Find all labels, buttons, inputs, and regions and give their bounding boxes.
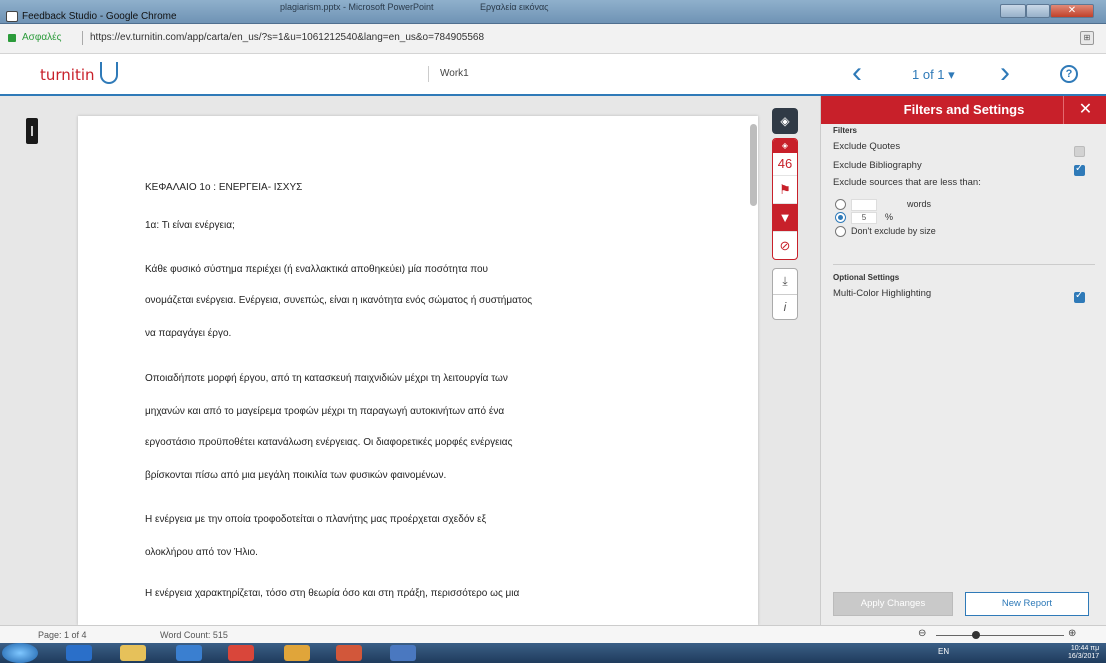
zoom-in-icon[interactable]: ⊕ <box>1068 628 1076 639</box>
doc-line: 1α: Τι είναι ενέργεια; <box>145 220 235 231</box>
zoom-slider[interactable] <box>936 635 1064 636</box>
document-viewer: ΚΕΦΑΛΑΙΟ 1ο : ΕΝΕΡΓΕΙΑ- ΙΣΧΥΣ 1α: Τι είν… <box>0 96 820 625</box>
similarity-toolbar: ◈ 46 ⚑ ▼ ⊘ <box>772 138 798 260</box>
panel-title: Filters and Settings <box>903 102 1025 117</box>
doc-line: ολοκλήρου από τον Ήλιο. <box>145 547 258 558</box>
exclude-bibliography-checkbox[interactable] <box>1074 163 1085 176</box>
exclude-icon[interactable]: ⊘ <box>773 231 797 259</box>
extension-icon[interactable]: ⊞ <box>1080 31 1094 45</box>
document-page: ΚΕΦΑΛΑΙΟ 1ο : ΕΝΕΡΓΕΙΑ- ΙΣΧΥΣ 1α: Τι είν… <box>78 116 758 625</box>
layers-icon[interactable]: ◈ <box>772 108 798 134</box>
side-panel-toggle[interactable] <box>26 118 38 144</box>
percent-input[interactable]: 5 <box>851 212 877 224</box>
next-paper-icon[interactable]: › <box>1000 58 1010 88</box>
optional-settings-heading: Optional Settings <box>833 273 900 282</box>
new-report-button[interactable]: New Report <box>965 592 1089 616</box>
filter-icon[interactable]: ▼ <box>773 203 797 231</box>
exclude-quotes-checkbox[interactable] <box>1074 146 1085 157</box>
chrome-icon[interactable] <box>228 645 254 661</box>
internet-explorer-icon[interactable] <box>66 645 92 661</box>
dont-exclude-label: Don't exclude by size <box>851 226 936 236</box>
maximize-button[interactable] <box>1026 4 1050 18</box>
chrome-tab-icon <box>6 11 18 22</box>
window-title: Feedback Studio - Google Chrome <box>22 11 177 22</box>
panel-divider <box>833 264 1095 265</box>
clock-time: 10:44 πμ <box>1070 645 1100 652</box>
flag-icon[interactable]: ⚑ <box>773 175 797 203</box>
zoom-slider-handle[interactable] <box>972 631 980 639</box>
turnitin-header: turnitin Work1 ‹ 1 of 1 ▾ › ? <box>0 54 1106 96</box>
prev-paper-icon[interactable]: ‹ <box>852 58 862 88</box>
folder-icon[interactable] <box>284 645 310 661</box>
picture-tools-title: Εργαλεία εικόνας <box>480 2 549 12</box>
similarity-count[interactable]: 46 <box>773 153 797 175</box>
header-separator <box>428 66 429 82</box>
doc-heading: ΚΕΦΑΛΑΙΟ 1ο : ΕΝΕΡΓΕΙΑ- ΙΣΧΥΣ <box>145 182 303 193</box>
doc-line: Οποιαδήποτε μορφή έργου, από τη κατασκευ… <box>145 373 508 384</box>
document-scrollbar[interactable] <box>750 124 757 206</box>
start-button[interactable] <box>2 643 38 663</box>
word-icon[interactable] <box>390 645 416 661</box>
work-title: Work1 <box>440 68 469 79</box>
apply-changes-button[interactable]: Apply Changes <box>833 592 953 616</box>
word-count: Word Count: 515 <box>160 630 228 640</box>
zoom-out-icon[interactable]: ⊖ <box>918 628 926 639</box>
help-icon[interactable]: ? <box>1060 65 1078 83</box>
clock[interactable]: 10:44 πμ 16/3/2017 <box>1068 645 1099 661</box>
doc-line: ονομάζεται ενέργεια. Ενέργεια, συνεπώς, … <box>145 295 533 306</box>
radio-words[interactable] <box>835 199 846 210</box>
clock-date: 16/3/2017 <box>1068 653 1100 660</box>
panel-header: Filters and Settings ✕ <box>821 96 1106 124</box>
powerpoint-title: plagiarism.pptx - Microsoft PowerPoint <box>280 2 434 12</box>
minimize-button[interactable] <box>1000 4 1026 18</box>
turnitin-logo-mark <box>100 62 118 84</box>
window-title-bar: plagiarism.pptx - Microsoft PowerPoint Ε… <box>0 0 1106 24</box>
filters-heading: Filters <box>833 126 858 135</box>
doc-line: εργοστάσιο προϋποθέτει κατανάλωση ενέργε… <box>145 437 513 448</box>
percent-label: % <box>885 212 894 222</box>
doc-line: μηχανών και από το μαγείρεμα τροφών μέχρ… <box>145 406 505 417</box>
words-label: words <box>907 199 932 209</box>
doc-line: Η ενέργεια με την οποία τροφοδοτείται ο … <box>145 514 487 525</box>
status-bar: Page: 1 of 4 Word Count: 515 ⊖ ⊕ <box>0 625 1106 643</box>
radio-percent[interactable] <box>835 212 846 223</box>
info-icon[interactable]: i <box>773 294 797 319</box>
exclude-small-label: Exclude sources that are less than: <box>833 177 981 188</box>
turnitin-logo: turnitin <box>40 66 95 84</box>
address-bar[interactable]: Ασφαλές https://ev.turnitin.com/app/cart… <box>0 24 1106 54</box>
secure-label: Ασφαλές <box>22 32 62 43</box>
multicolor-checkbox[interactable] <box>1074 290 1085 303</box>
doc-line: Κάθε φυσικό σύστημα περιέχει (ή εναλλακτ… <box>145 264 488 275</box>
url-text[interactable]: https://ev.turnitin.com/app/carta/en_us/… <box>90 32 484 43</box>
words-input[interactable] <box>851 199 877 211</box>
radio-dont-exclude[interactable] <box>835 226 846 237</box>
page-count: Page: 1 of 4 <box>38 630 87 640</box>
doc-line: να παραγάγει έργο. <box>145 328 232 339</box>
panel-close-icon[interactable]: ✕ <box>1063 96 1106 124</box>
window-close-button[interactable]: ✕ <box>1050 4 1094 18</box>
multicolor-label: Multi-Color Highlighting <box>833 288 932 299</box>
exclude-bibliography-label: Exclude Bibliography <box>833 160 922 171</box>
secondary-toolbar: ⤓ i <box>772 268 798 320</box>
doc-line: Η ενέργεια χαρακτηρίζεται, τόσο στη θεωρ… <box>145 588 520 599</box>
windows-taskbar: EN 10:44 πμ 16/3/2017 <box>0 643 1106 663</box>
exclude-quotes-label: Exclude Quotes <box>833 141 901 152</box>
powerpoint-icon[interactable] <box>336 645 362 661</box>
filters-settings-panel: Filters and Settings ✕ Filters Exclude Q… <box>820 96 1106 625</box>
stack-icon[interactable]: ◈ <box>773 139 797 153</box>
media-player-icon[interactable] <box>176 645 202 661</box>
lock-icon <box>8 34 16 42</box>
doc-line: βρίσκονται πίσω από μια μεγάλη ποικιλία … <box>145 470 447 481</box>
download-icon[interactable]: ⤓ <box>773 269 797 294</box>
language-indicator[interactable]: EN <box>938 647 949 656</box>
file-explorer-icon[interactable] <box>120 645 146 661</box>
paper-indicator[interactable]: 1 of 1 ▾ <box>912 67 955 83</box>
address-separator <box>82 31 83 45</box>
